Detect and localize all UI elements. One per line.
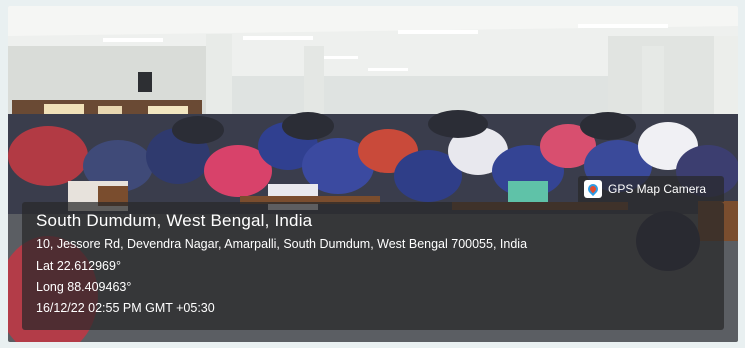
map-pin-icon bbox=[584, 180, 602, 198]
gps-camera-badge: GPS Map Camera bbox=[578, 176, 724, 202]
badge-label: GPS Map Camera bbox=[608, 182, 707, 196]
latitude: Lat 22.612969° bbox=[36, 259, 121, 273]
longitude: Long 88.409463° bbox=[36, 280, 132, 294]
location-title: South Dumdum, West Bengal, India bbox=[36, 211, 313, 230]
timestamp: 16/12/22 02:55 PM GMT +05:30 bbox=[36, 301, 215, 315]
location-address: 10, Jessore Rd, Devendra Nagar, Amarpall… bbox=[36, 237, 528, 251]
